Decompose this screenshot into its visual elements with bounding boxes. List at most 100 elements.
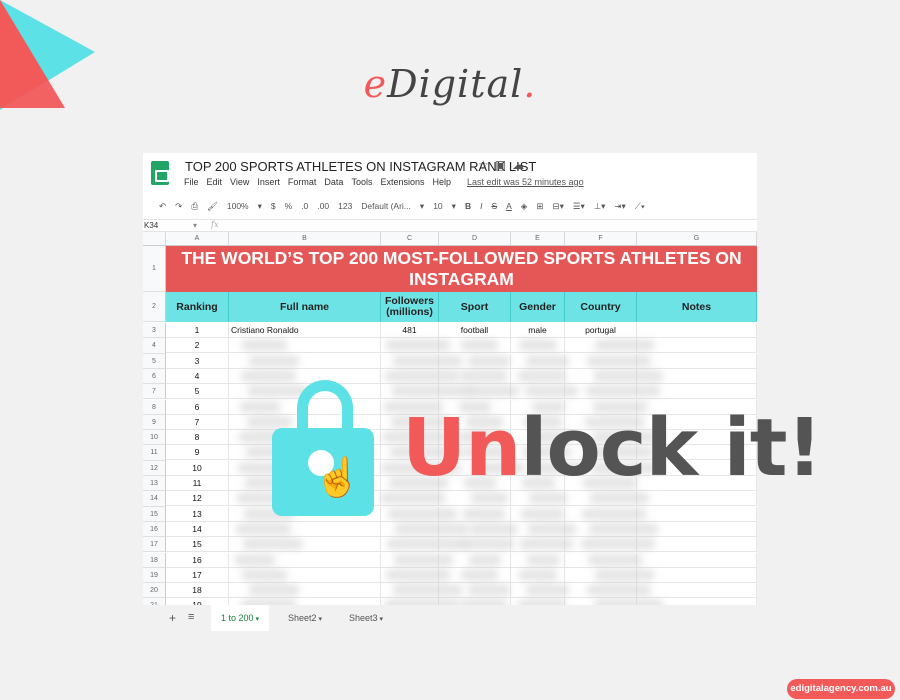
column-title[interactable]: Full name xyxy=(229,292,381,322)
table-cell[interactable] xyxy=(637,323,757,338)
sheet-tab[interactable]: Sheet2 ▾ xyxy=(278,605,332,631)
row-header[interactable]: 15 xyxy=(143,506,166,522)
ranking-cell[interactable]: 13 xyxy=(166,506,229,522)
paint-format-icon[interactable]: 🖌 xyxy=(207,201,218,212)
row-header[interactable]: 20 xyxy=(143,583,166,599)
column-header-d[interactable]: D xyxy=(439,232,511,246)
column-header-g[interactable]: G xyxy=(637,232,757,246)
ranking-cell[interactable]: 17 xyxy=(166,567,229,583)
sheet-banner-title[interactable]: THE WORLD’S TOP 200 MOST-FOLLOWED SPORTS… xyxy=(166,246,757,292)
percent-button[interactable]: % xyxy=(285,201,293,211)
row-header[interactable]: 14 xyxy=(143,491,166,507)
row-header[interactable]: 18 xyxy=(143,552,166,568)
row-header[interactable]: 16 xyxy=(143,521,166,538)
strikethrough-button[interactable]: S xyxy=(491,201,497,211)
column-title[interactable]: Sport xyxy=(439,292,511,322)
menu-extensions[interactable]: Extensions xyxy=(380,177,424,187)
menu-view[interactable]: View xyxy=(230,177,249,187)
table-cell[interactable] xyxy=(637,583,757,599)
all-sheets-icon[interactable]: ≡ xyxy=(188,611,194,623)
row-header[interactable]: 4 xyxy=(143,338,166,354)
merge-icon[interactable]: ⊟▾ xyxy=(552,201,563,212)
ranking-cell[interactable]: 14 xyxy=(166,521,229,537)
menu-format[interactable]: Format xyxy=(288,177,317,187)
column-header-f[interactable]: F xyxy=(565,232,637,246)
ranking-cell[interactable]: 4 xyxy=(166,368,229,384)
row-header[interactable]: 1 xyxy=(143,246,166,292)
ranking-cell[interactable]: 8 xyxy=(166,430,229,446)
currency-button[interactable]: $ xyxy=(271,201,276,211)
align-icon[interactable]: ☰▾ xyxy=(573,201,585,212)
rotate-icon[interactable]: ⟋▾ xyxy=(635,201,645,212)
zoom-select[interactable]: 100% xyxy=(227,201,249,211)
column-title[interactable]: Ranking xyxy=(166,292,229,322)
valign-icon[interactable]: ⊥▾ xyxy=(594,201,606,212)
sheet-tab[interactable]: Sheet3 ▾ xyxy=(339,605,393,631)
wrap-icon[interactable]: ⇥▾ xyxy=(614,201,625,212)
row-header[interactable]: 12 xyxy=(143,460,166,476)
lock-icon[interactable]: ☝ xyxy=(272,428,374,516)
ranking-cell[interactable]: 10 xyxy=(166,460,229,476)
cloud-icon[interactable]: ☁ xyxy=(512,158,530,172)
row-header[interactable]: 9 xyxy=(143,414,166,431)
table-cell[interactable] xyxy=(637,506,757,522)
ranking-cell[interactable]: 18 xyxy=(166,583,229,599)
row-header[interactable]: 7 xyxy=(143,384,166,400)
undo-icon[interactable]: ↶ xyxy=(159,201,166,212)
decrease-decimal-button[interactable]: .0 xyxy=(301,201,308,211)
column-header-b[interactable]: B xyxy=(229,232,381,246)
folder-icon[interactable]: ▣ xyxy=(495,158,512,172)
column-header-c[interactable]: C xyxy=(381,232,439,246)
row-header[interactable]: 2 xyxy=(143,292,166,322)
row-header[interactable]: 17 xyxy=(143,537,166,553)
table-cell[interactable] xyxy=(637,552,757,568)
table-cell[interactable] xyxy=(637,537,757,553)
menu-edit[interactable]: Edit xyxy=(207,177,223,187)
row-header[interactable]: 13 xyxy=(143,476,166,492)
ranking-cell[interactable]: 9 xyxy=(166,445,229,461)
italic-button[interactable]: I xyxy=(480,201,482,211)
table-cell[interactable] xyxy=(637,338,757,354)
row-header[interactable]: 8 xyxy=(143,399,166,415)
column-title[interactable]: Gender xyxy=(511,292,565,322)
ranking-cell[interactable]: 12 xyxy=(166,491,229,507)
menu-data[interactable]: Data xyxy=(324,177,343,187)
last-edit-link[interactable]: Last edit was 52 minutes ago xyxy=(467,177,584,187)
corner-cell[interactable] xyxy=(143,232,166,246)
redo-icon[interactable]: ↷ xyxy=(175,201,182,212)
ranking-cell[interactable]: 15 xyxy=(166,537,229,553)
fill-color-icon[interactable]: ◈ xyxy=(521,201,528,212)
row-header[interactable]: 3 xyxy=(143,323,166,339)
increase-decimal-button[interactable]: .00 xyxy=(317,201,329,211)
bold-button[interactable]: B xyxy=(465,201,471,211)
font-size-select[interactable]: 10 xyxy=(433,201,442,211)
menu-help[interactable]: Help xyxy=(432,177,451,187)
text-color-button[interactable]: A xyxy=(506,201,512,211)
table-cell[interactable]: 1 xyxy=(166,323,229,338)
table-cell[interactable]: portugal xyxy=(565,323,637,338)
ranking-cell[interactable]: 2 xyxy=(166,338,229,354)
ranking-cell[interactable]: 7 xyxy=(166,414,229,430)
ranking-cell[interactable]: 6 xyxy=(166,399,229,415)
table-cell[interactable]: Cristiano Ronaldo xyxy=(229,323,381,338)
menu-tools[interactable]: Tools xyxy=(351,177,372,187)
ranking-cell[interactable]: 3 xyxy=(166,353,229,369)
row-header[interactable]: 6 xyxy=(143,368,166,385)
borders-icon[interactable]: ⊞ xyxy=(536,201,543,212)
table-cell[interactable] xyxy=(637,567,757,583)
name-box[interactable]: K34 xyxy=(144,221,158,230)
column-title[interactable]: Country xyxy=(565,292,637,322)
column-title[interactable]: Notes xyxy=(637,292,757,322)
table-cell[interactable]: football xyxy=(439,323,511,338)
column-header-a[interactable]: A xyxy=(166,232,229,246)
table-cell[interactable]: 481 xyxy=(381,323,439,338)
print-icon[interactable]: ⎙ xyxy=(191,201,198,212)
add-sheet-icon[interactable]: + xyxy=(169,611,176,625)
font-select[interactable]: Default (Ari... xyxy=(361,201,411,211)
row-header[interactable]: 19 xyxy=(143,567,166,584)
website-badge[interactable]: edigitalagency.com.au xyxy=(787,679,895,699)
ranking-cell[interactable]: 16 xyxy=(166,552,229,568)
table-cell[interactable]: male xyxy=(511,323,565,338)
row-header[interactable]: 5 xyxy=(143,353,166,369)
ranking-cell[interactable]: 11 xyxy=(166,476,229,491)
